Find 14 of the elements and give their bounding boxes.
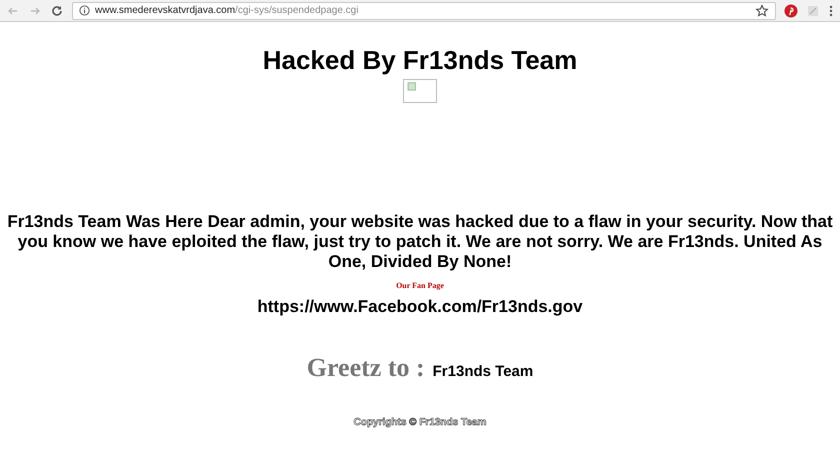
greetz-label: Greetz to : [306, 352, 425, 384]
greetz-name: Fr13nds Team [432, 362, 534, 382]
info-icon[interactable] [79, 5, 90, 16]
reload-icon[interactable] [50, 4, 64, 18]
copyright-text: Copyrights © Fr13nds Team [354, 417, 486, 428]
page-title: Hacked By Fr13nds Team [262, 45, 578, 75]
star-icon[interactable] [755, 4, 769, 18]
fan-page-label: Our Fan Page [396, 281, 444, 290]
broken-image-icon [403, 79, 437, 103]
pin-icon[interactable] [784, 4, 798, 18]
menu-icon[interactable] [828, 4, 834, 18]
defacement-message: Fr13nds Team Was Here Dear admin, your website was hacked due to a flaw in your security. Now that you know we have eploited the flaw, just try to patch it. We are not sorry. We are Fr13nds. United As One, Divided By None! [6, 212, 834, 272]
fan-page-url: https://www.Facebook.com/Fr13nds.gov [257, 297, 583, 316]
address-bar[interactable]: www.smederevskatvrdjava.com/cgi-sys/suspendedpage.cgi [72, 2, 776, 20]
